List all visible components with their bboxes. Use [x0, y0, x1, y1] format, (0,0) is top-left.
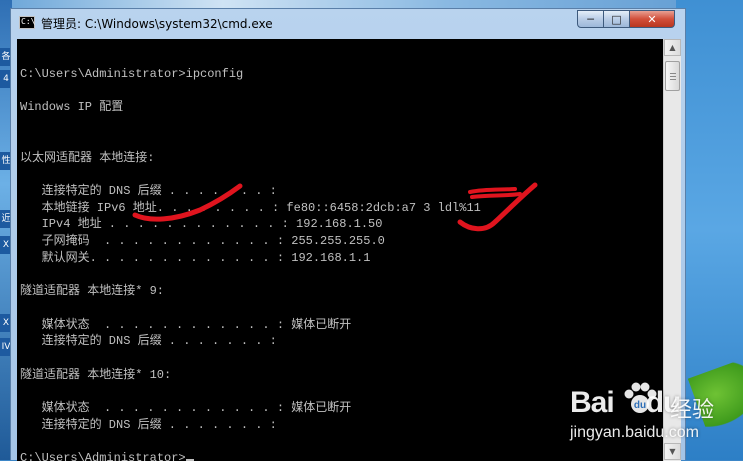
svg-text:du: du	[634, 400, 646, 411]
paw-icon: du	[624, 382, 657, 413]
watermark-url: jingyan.baidu.com	[570, 424, 699, 441]
watermark-cn: 经验	[670, 398, 715, 423]
baidu-watermark: Bai du du 经验 jingyan.baidu.com	[560, 376, 743, 460]
annotation-mask-mac	[468, 187, 522, 199]
annotation-check-ipv6	[132, 183, 243, 222]
